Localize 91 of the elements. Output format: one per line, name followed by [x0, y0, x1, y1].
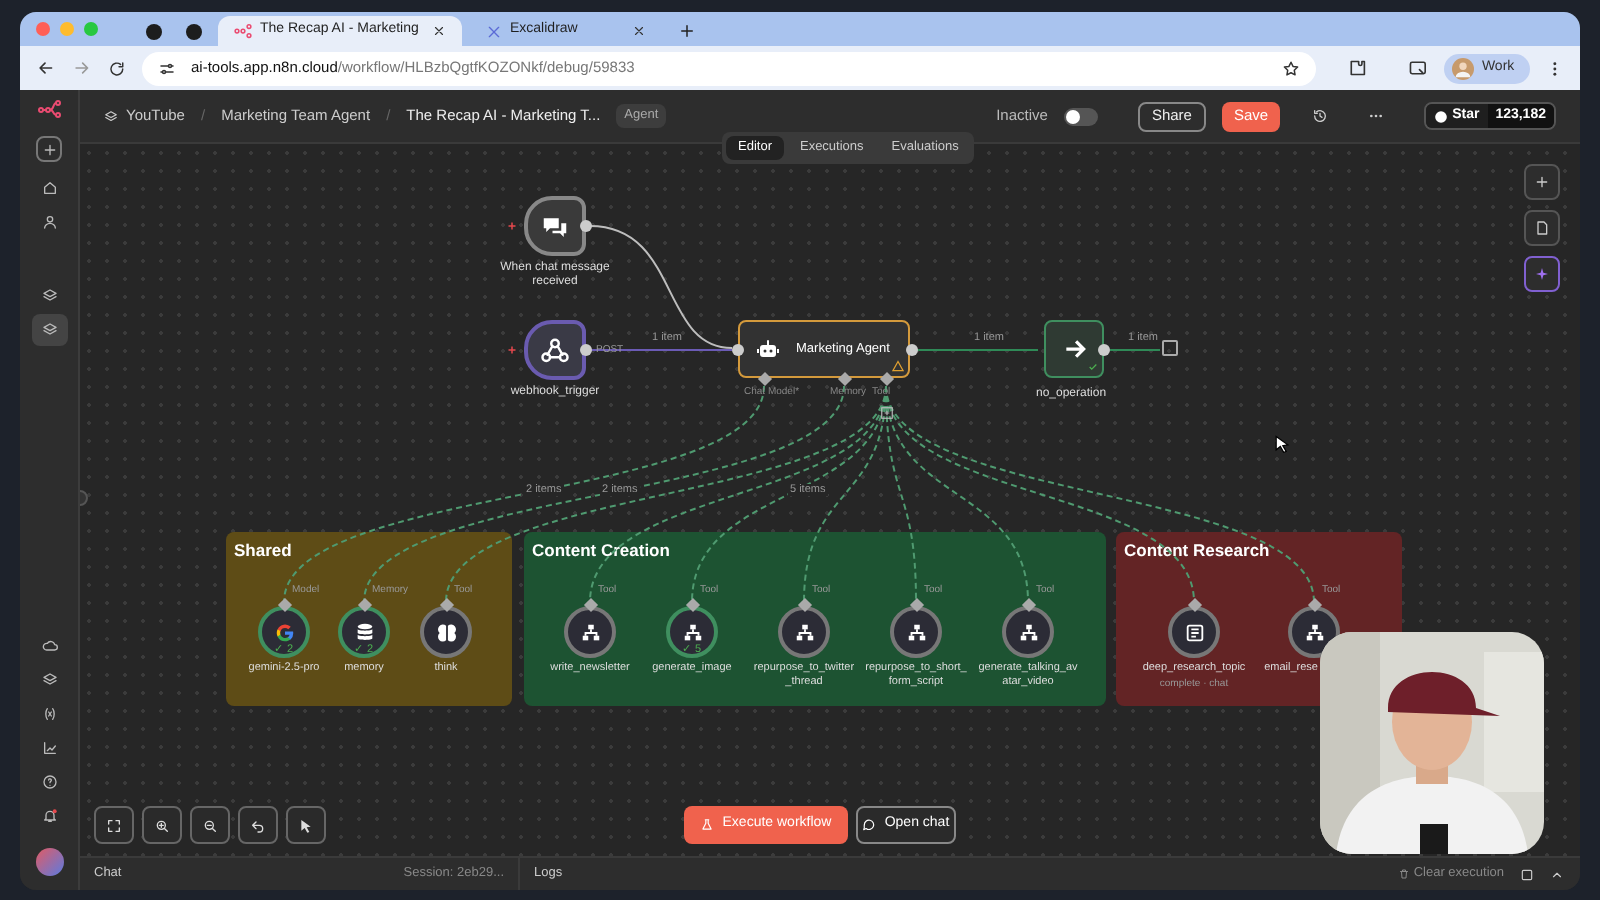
close-icon[interactable] [432, 24, 446, 38]
logo-icon[interactable] [33, 98, 65, 122]
add-node-button[interactable] [1162, 340, 1178, 356]
folder-icon [104, 109, 118, 123]
canvas-control-button[interactable] [190, 806, 230, 844]
sitemap-icon [1017, 621, 1039, 643]
canvas-button[interactable] [1524, 164, 1560, 200]
node[interactable] [1044, 320, 1104, 378]
star-icon[interactable] [1282, 59, 1301, 77]
trigger-node[interactable] [524, 320, 586, 380]
layers-icon [41, 322, 57, 338]
canvas-control-button[interactable] [94, 806, 134, 844]
active-toggle[interactable] [1063, 107, 1098, 125]
input-handle[interactable] [797, 597, 813, 613]
input-handle[interactable] [732, 344, 744, 356]
pointer-icon [1272, 432, 1292, 456]
input-handle[interactable] [879, 371, 895, 387]
plus-icon [506, 220, 518, 232]
projects-button[interactable] [31, 314, 67, 346]
zoom-out-icon [202, 817, 218, 833]
trash-icon [1397, 868, 1410, 880]
github-icon [1434, 109, 1449, 123]
arrow-right-icon [1061, 336, 1087, 362]
back-icon[interactable] [36, 58, 56, 78]
help-icon[interactable] [41, 774, 57, 790]
sitemap-icon [1303, 621, 1325, 643]
cursor-icon [298, 817, 314, 833]
input-handle[interactable] [837, 371, 853, 387]
canvas-button[interactable] [1524, 210, 1560, 246]
chat-bubble-icon [862, 818, 877, 832]
sitemap-icon [579, 621, 601, 643]
tune-icon [157, 59, 175, 77]
layers-icon[interactable] [41, 288, 57, 304]
sparkle-icon [1534, 266, 1550, 282]
sitemap-icon [681, 621, 703, 643]
plus-icon[interactable] [880, 406, 894, 420]
panel-icon[interactable] [1520, 867, 1534, 881]
extension-icon[interactable] [1348, 58, 1369, 78]
input-handle[interactable] [1187, 597, 1203, 613]
database-icon [353, 621, 375, 643]
input-handle[interactable] [1021, 597, 1037, 613]
plus-icon [506, 344, 518, 356]
connector-line [915, 349, 1039, 351]
document-icon [1183, 621, 1205, 643]
variables-icon[interactable] [41, 706, 57, 722]
layers-icon[interactable] [41, 672, 57, 688]
cross-icon [486, 23, 502, 39]
add-button[interactable] [36, 136, 62, 162]
cast-icon[interactable] [1408, 58, 1428, 78]
input-handle[interactable] [439, 597, 455, 613]
reload-icon[interactable] [107, 59, 125, 77]
history-icon[interactable] [1312, 108, 1329, 124]
input-handle[interactable] [685, 597, 701, 613]
canvas-control-button[interactable] [142, 806, 182, 844]
person-icon[interactable] [41, 214, 57, 230]
close-icon[interactable] [632, 24, 646, 38]
sitemap-icon [793, 621, 815, 643]
plus-icon [1534, 174, 1550, 190]
group-title: Shared [234, 538, 292, 564]
note-icon [1534, 220, 1550, 236]
home-icon[interactable] [41, 180, 57, 196]
group-title: Content Creation [532, 538, 670, 564]
input-handle[interactable] [909, 597, 925, 613]
person-icon [1451, 57, 1474, 79]
canvas-control-button[interactable] [238, 806, 278, 844]
chart-icon[interactable] [41, 740, 57, 756]
webhook-icon [540, 335, 570, 365]
input-handle[interactable] [1307, 597, 1323, 613]
fit-view-icon [106, 817, 122, 833]
trigger-node[interactable] [524, 196, 586, 256]
plus-icon [41, 141, 57, 157]
user-avatar[interactable] [35, 848, 63, 876]
connector-line [1109, 349, 1161, 351]
robot-icon [756, 337, 780, 361]
input-handle[interactable] [277, 597, 293, 613]
canvas-control-button[interactable] [286, 806, 326, 844]
brain-icon [435, 621, 457, 643]
sitemap-icon [905, 621, 927, 643]
bell-icon[interactable] [41, 808, 57, 824]
chevron-up-icon[interactable] [1550, 867, 1564, 881]
input-handle[interactable] [357, 597, 373, 613]
flask-icon [700, 818, 715, 832]
google-g-icon [273, 621, 295, 643]
cloud-icon[interactable] [41, 638, 57, 654]
input-handle[interactable] [583, 597, 599, 613]
group-title: Content Research [1124, 538, 1270, 564]
plus-icon[interactable] [678, 22, 696, 40]
undo-icon [250, 817, 266, 833]
zoom-in-icon [154, 817, 170, 833]
canvas-button[interactable] [1524, 256, 1560, 292]
workflow-icon [234, 22, 252, 40]
